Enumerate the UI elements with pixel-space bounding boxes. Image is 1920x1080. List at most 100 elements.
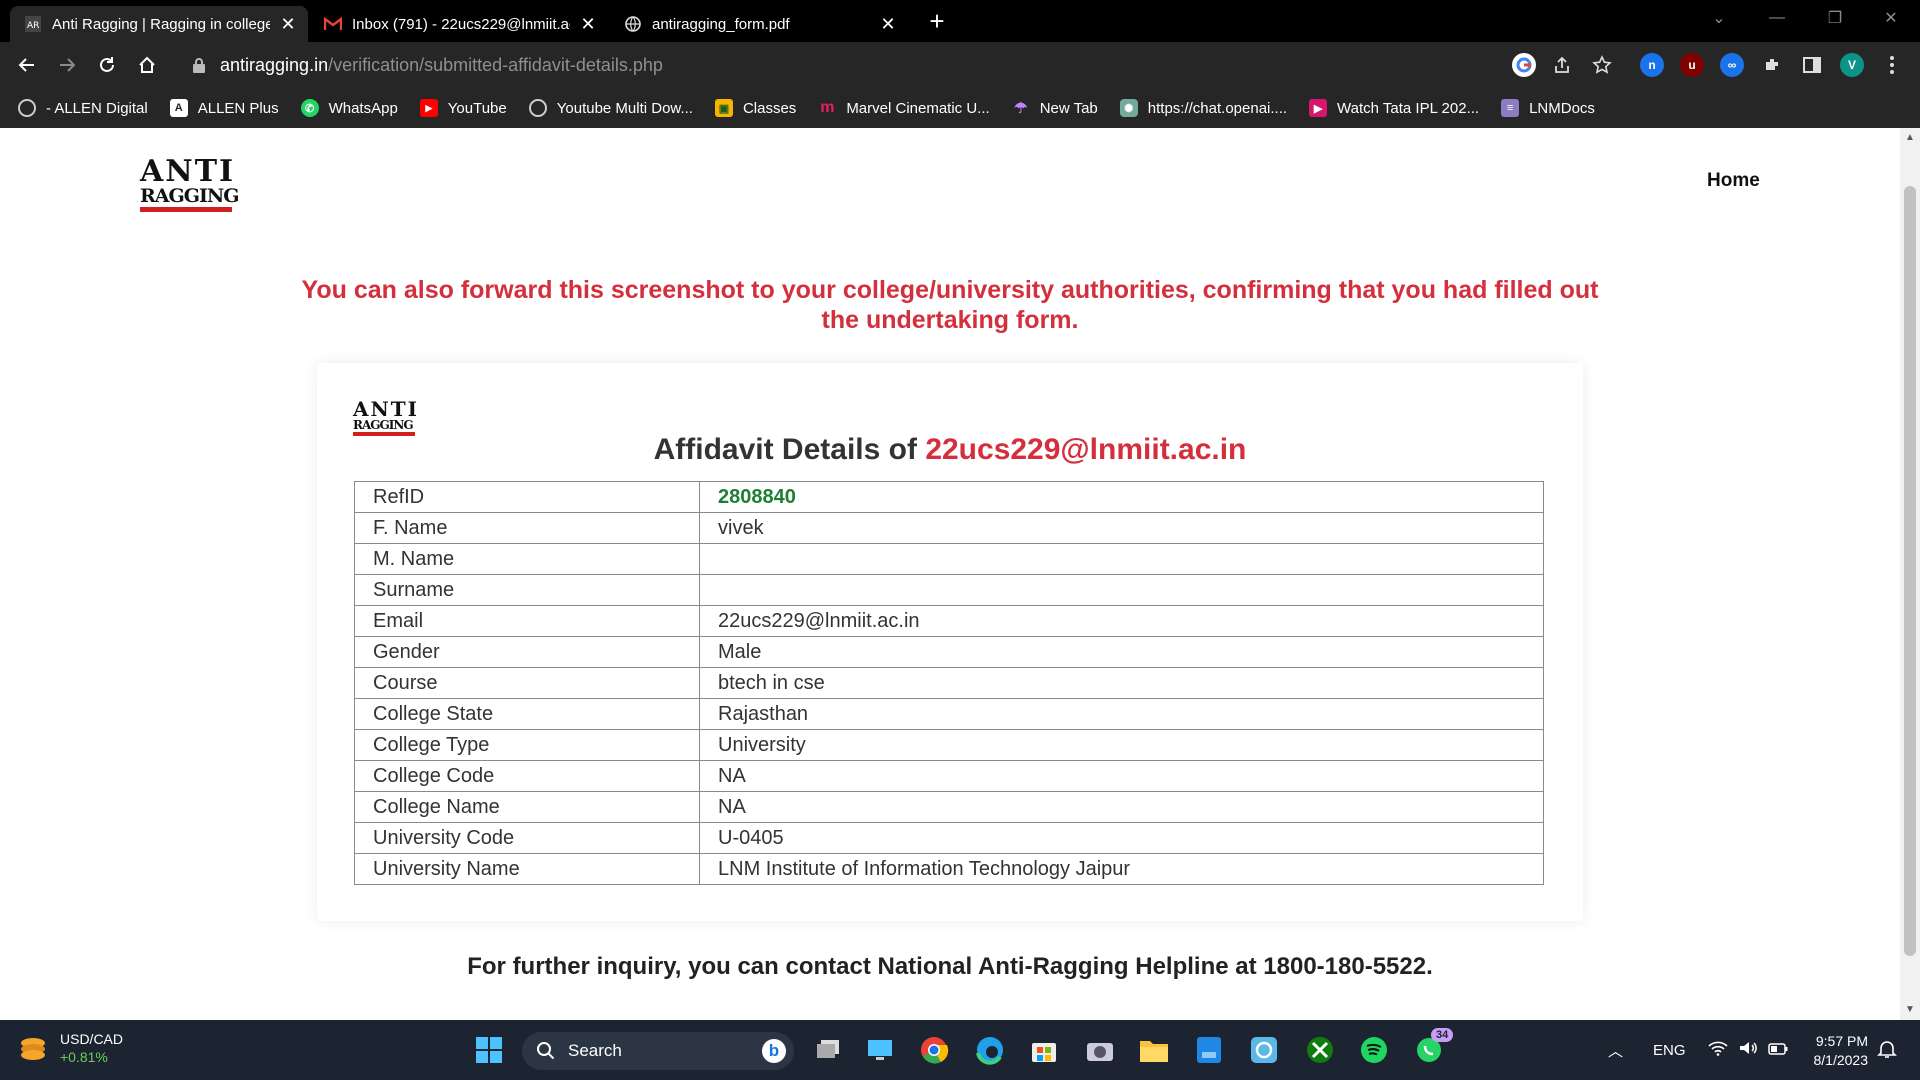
task-view-icon[interactable] [812, 1034, 844, 1066]
bookmark-allen-digital[interactable]: - ALLEN Digital [18, 99, 148, 117]
logo-line-2: RAGGING [140, 185, 239, 207]
detail-value [699, 574, 1544, 606]
ublock-origin-icon[interactable]: u [1680, 53, 1704, 77]
back-arrow-icon[interactable] [12, 50, 42, 80]
currency-widget[interactable]: USD/CAD +0.81% [18, 1030, 123, 1066]
restore-icon[interactable]: ❐ [1806, 0, 1864, 36]
whatsapp-taskbar-icon[interactable]: 34 [1413, 1028, 1454, 1066]
extension-infinity-icon[interactable]: ∞ [1720, 53, 1744, 77]
kebab-menu-icon[interactable] [1880, 53, 1904, 77]
anti-ragging-logo[interactable]: ANTI RAGGING [140, 157, 239, 212]
bookmarks-bar: - ALLEN Digital A ALLEN Plus ✆ WhatsApp ▶ Y… [0, 88, 1920, 128]
taskbar-clock[interactable]: 9:57 PM 8/1/2023 [1796, 1032, 1869, 1070]
bookmark-whatsapp[interactable]: ✆ WhatsApp [300, 99, 398, 117]
umbrella-icon: ☂ [1013, 100, 1028, 117]
detail-value [699, 543, 1544, 575]
microsoft-store-icon[interactable] [1028, 1034, 1060, 1066]
clock-time: 9:57 PM [1815, 1033, 1868, 1049]
bookmark-youtube-multi-downloader[interactable]: Youtube Multi Dow... [528, 99, 693, 117]
bookmark-star-icon[interactable] [1590, 53, 1614, 77]
notification-badge: 34 [1431, 1028, 1454, 1042]
chevron-up-icon[interactable]: ︿ [1608, 1040, 1623, 1061]
youtube-icon: ▶ [419, 99, 438, 117]
page-scrollbar[interactable]: ▲ ▼ [1900, 128, 1920, 1020]
home-icon[interactable] [132, 50, 162, 80]
title-email: 22ucs229@lnmiit.ac.in [925, 433, 1247, 466]
language-indicator[interactable]: ENG [1653, 1042, 1686, 1059]
bookmark-youtube[interactable]: ▶ YouTube [419, 99, 507, 117]
scrollbar-thumb[interactable] [1904, 186, 1916, 956]
bookmark-label: - ALLEN Digital [46, 99, 148, 117]
close-tab-icon[interactable]: ✕ [878, 14, 898, 35]
share-icon[interactable] [1550, 53, 1574, 77]
wifi-icon[interactable] [1707, 1040, 1728, 1060]
close-window-icon[interactable]: ✕ [1862, 0, 1920, 36]
forward-arrow-icon[interactable] [52, 50, 82, 80]
bookmark-new-tab[interactable]: ☂ New Tab [1012, 99, 1098, 118]
profile-avatar[interactable]: V [1840, 53, 1864, 77]
bookmark-label: Classes [742, 99, 797, 117]
detail-label: College Code [354, 760, 700, 792]
photos-app-icon[interactable] [1248, 1034, 1280, 1066]
side-panel-icon[interactable] [1800, 53, 1824, 77]
scroll-up-arrow-icon[interactable]: ▲ [1904, 132, 1916, 144]
nav-home-link[interactable]: Home [1707, 170, 1760, 192]
address-bar[interactable]: antiragging.in/verification/submitted-af… [176, 47, 1638, 83]
logo-underline [140, 207, 232, 212]
detail-value: 22ucs229@lnmiit.ac.in [699, 605, 1544, 637]
scroll-down-arrow-icon[interactable]: ▼ [1904, 1004, 1916, 1016]
extension-n-icon[interactable]: n [1640, 53, 1664, 77]
system-tray: ︿ ENG [1608, 1020, 1788, 1080]
bookmark-lnmdocs[interactable]: ≡ LNMDocs [1501, 99, 1595, 117]
anti-ragging-favicon-icon: AR [24, 15, 42, 33]
edge-icon[interactable] [974, 1034, 1006, 1066]
windows-taskbar: USD/CAD +0.81% Search b 34 ︿ ENG 9:57 PM… [0, 1020, 1920, 1080]
bookmark-label: Youtube Multi Dow... [556, 99, 693, 117]
forward-screenshot-notice: You can also forward this screenshot to … [301, 276, 1599, 334]
detail-label: College State [354, 698, 700, 730]
google-lens-icon[interactable] [1512, 53, 1536, 77]
lock-icon [193, 58, 205, 73]
battery-icon[interactable] [1767, 1042, 1788, 1059]
close-tab-icon[interactable]: ✕ [278, 14, 298, 35]
chrome-taskbar-icon[interactable] [918, 1034, 950, 1066]
close-tab-icon[interactable]: ✕ [578, 14, 598, 35]
tab-title: Inbox (791) - 22ucs229@lnmiit.ac.in [352, 15, 570, 33]
new-tab-button[interactable]: + [922, 6, 952, 36]
table-row: F. Name vivek [354, 512, 1544, 544]
app-blue-icon[interactable] [1193, 1034, 1225, 1066]
desktop-icon[interactable] [864, 1034, 896, 1066]
tab-title: Anti Ragging | Ragging in college [52, 15, 270, 33]
table-row: Gender Male [354, 636, 1544, 668]
reload-icon[interactable] [92, 50, 122, 80]
volume-icon[interactable] [1738, 1040, 1758, 1060]
taskbar-search-box[interactable]: Search b [522, 1032, 794, 1070]
minimize-icon[interactable]: — [1748, 0, 1806, 36]
detail-label: Email [354, 605, 700, 637]
windows-start-icon[interactable] [473, 1034, 505, 1066]
xbox-icon[interactable] [1304, 1034, 1336, 1066]
card-logo: ANTI RAGGING [353, 399, 419, 436]
table-row: RefID 2808840 [354, 481, 1544, 513]
spotify-icon[interactable] [1358, 1034, 1390, 1066]
file-explorer-icon[interactable] [1138, 1034, 1170, 1066]
bookmark-label: https://chat.openai.... [1147, 99, 1288, 117]
detail-value: vivek [699, 512, 1544, 544]
tab-search-icon[interactable]: ⌄ [1690, 0, 1748, 36]
logo-line-2: RAGGING [353, 418, 414, 432]
camera-icon[interactable] [1084, 1034, 1116, 1066]
globe-icon [624, 15, 642, 33]
tab-anti-ragging[interactable]: AR Anti Ragging | Ragging in college ✕ [10, 6, 308, 42]
tab-title: antiragging_form.pdf [652, 15, 790, 33]
bookmark-classes[interactable]: ▣ Classes [714, 99, 797, 117]
table-row: M. Name [354, 543, 1544, 575]
notifications-icon[interactable] [1874, 1036, 1900, 1062]
bookmark-chatgpt[interactable]: ✺ https://chat.openai.... [1119, 99, 1288, 117]
tab-gmail-inbox[interactable]: Inbox (791) - 22ucs229@lnmiit.ac.in ✕ [310, 6, 608, 42]
tab-antiragging-pdf[interactable]: antiragging_form.pdf ✕ [610, 6, 908, 42]
extensions-puzzle-icon[interactable] [1760, 53, 1784, 77]
bookmark-allen-plus[interactable]: A ALLEN Plus [169, 99, 279, 117]
bookmark-ipl[interactable]: ▶ Watch Tata IPL 202... [1309, 99, 1479, 117]
url-path: /verification/submitted-affidavit-detail… [328, 54, 663, 75]
bookmark-marvel[interactable]: m Marvel Cinematic U... [818, 99, 990, 117]
